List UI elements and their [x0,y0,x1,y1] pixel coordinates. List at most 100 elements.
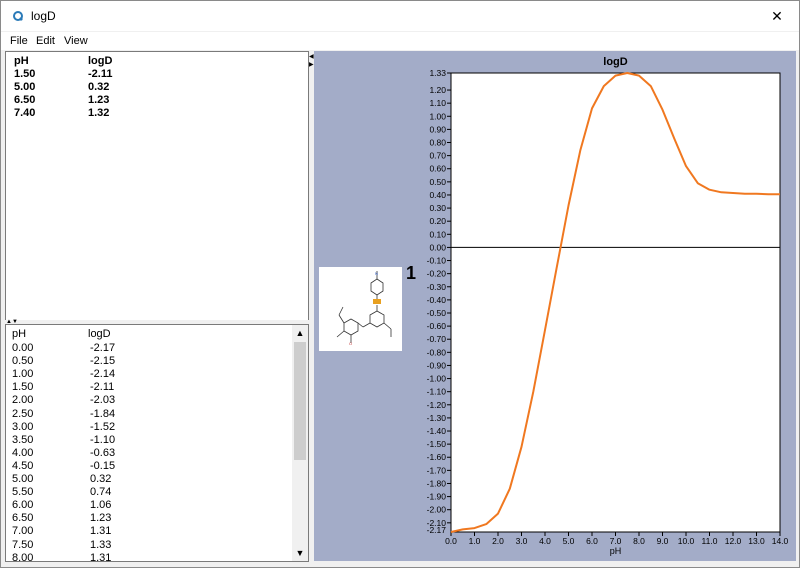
table-row[interactable]: 1.50 -2.11 [6,381,308,394]
full-logd: -1.84 [90,407,116,420]
full-logd: 1.33 [90,538,112,551]
y-tick-label: -1.80 [427,478,447,488]
y-tick-label: -0.10 [427,256,447,266]
menu-file[interactable]: File [10,35,28,47]
scroll-up-icon[interactable]: ▲ [292,325,308,341]
full-ph: 5.00 [12,473,34,485]
table-row[interactable]: 7.50 1.33 [6,539,308,552]
logd-chart: logD 1.20 1.10 1.00 0.90 0.80 0.70 0.60 0.50 0.40… [427,56,789,556]
full-ph: 4.50 [12,459,34,472]
x-axis-label: pH [610,546,622,556]
y-tick-label: -1.00 [427,374,447,384]
full-logd: -2.14 [90,368,116,381]
full-ph: 2.00 [12,394,34,407]
table-row[interactable]: 7.00 1.31 [6,525,308,538]
app-icon [13,11,23,21]
full-ph: 7.00 [12,525,34,538]
summary-ph: 1.50 [14,68,36,80]
y-tick-label: -1.70 [427,465,447,475]
x-tick-label: 10.0 [678,536,695,546]
table-row[interactable]: 4.50 -0.15 [6,460,308,473]
full-logd: 1.31 [90,525,112,538]
table-row[interactable]: 3.00 -1.52 [6,421,308,434]
full-ph: 3.50 [12,433,34,446]
table-row[interactable]: 3.50 -1.10 [6,434,308,447]
table-row[interactable]: 5.00 0.32 [6,473,308,486]
splitter-left-icon[interactable]: ◀ [309,54,314,60]
y-tick-label: -0.40 [427,295,447,305]
y-tick-label: -0.70 [427,334,447,344]
y-tick-label: -1.90 [427,492,447,502]
table-row[interactable]: 2.00 -2.03 [6,394,308,407]
y-tick-label: -0.80 [427,347,447,357]
y-tick-label: -1.40 [427,426,447,436]
x-tick-label: 8.0 [633,536,645,546]
y-tick-label: 0.40 [429,190,446,200]
scroll-down-icon[interactable]: ▼ [292,545,308,561]
table-row[interactable]: 0.50 -2.15 [6,355,308,368]
y-tick-label: -1.20 [427,400,447,410]
y-tick-label: 1.33 [429,68,446,78]
full-logd: 1.06 [90,499,112,512]
table-row[interactable]: 4.00 -0.63 [6,447,308,460]
full-logd: -1.10 [90,433,116,446]
menu-bar: File Edit View [1,32,799,50]
y-tick-label: 0.60 [429,164,446,174]
full-ph: 4.00 [12,446,34,459]
table-row[interactable]: 0.00 -2.17 [6,342,308,355]
summary-ph: 6.50 [14,94,36,106]
y-tick-label: 0.10 [429,229,446,239]
table-row[interactable]: 1.00 -2.14 [6,368,308,381]
scrollbar[interactable]: ▲ ▼ [292,325,308,561]
summary-table: pH logD 1.50 -2.11 5.00 0.32 6.50 1.23 7… [5,51,309,321]
summary-row[interactable]: 5.00 0.32 [6,81,308,94]
y-tick-label: 0.70 [429,151,446,161]
y-tick-label: -2.00 [427,505,447,515]
full-logd: -2.15 [90,355,116,368]
close-icon[interactable]: ✕ [755,1,799,31]
summary-header-ph: pH [14,55,29,67]
menu-edit[interactable]: Edit [36,35,55,47]
summary-logd: -2.11 [88,68,113,80]
table-row[interactable]: 8.00 1.31 [6,551,308,562]
x-tick-label: 5.0 [563,536,575,546]
summary-header-logd: logD [88,55,113,67]
summary-logd: 1.23 [88,94,110,106]
x-tick-label: 0.0 [445,536,457,546]
menu-view[interactable]: View [64,35,88,47]
y-tick-label: 1.20 [429,85,446,95]
y-tick-label: 1.00 [429,111,446,121]
y-tick-label: -0.50 [427,308,447,318]
x-tick-label: 13.0 [748,536,765,546]
full-logd: 1.31 [90,551,112,562]
full-logd: -2.03 [90,394,116,407]
full-ph: 0.50 [12,355,34,368]
table-row[interactable]: 6.00 1.06 [6,499,308,512]
y-tick-label: 0.30 [429,203,446,213]
table-row[interactable]: 2.50 -1.84 [6,408,308,421]
window-title: logD [31,9,56,23]
summary-row[interactable]: 7.40 1.32 [6,107,308,120]
full-ph: 7.50 [12,538,34,551]
y-tick-label: 1.10 [429,98,446,108]
x-tick-label: 4.0 [539,536,551,546]
full-table: pH logD 0.00 -2.17 0.50 -2.15 1.00 -2.14 1.50 -… [5,324,309,562]
x-tick-label: 6.0 [586,536,598,546]
summary-logd: 0.32 [88,81,110,93]
y-tick-label: -1.50 [427,439,447,449]
logd-window: logD ✕ File Edit View pH logD 1.50 -2.11… [0,0,800,568]
scroll-thumb[interactable] [294,342,306,460]
full-logd: 0.32 [90,473,112,485]
table-row[interactable]: 5.50 0.74 [6,486,308,499]
summary-row[interactable]: 6.50 1.23 [6,94,308,107]
full-ph: 5.50 [12,486,34,499]
y-tick-label: -2.17 [427,525,447,535]
table-row[interactable]: 6.50 1.23 [6,512,308,525]
splitter-right-icon[interactable]: ▶ [309,62,314,68]
summary-row[interactable]: 1.50 -2.11 [6,68,308,81]
full-ph: 8.00 [12,551,34,562]
y-tick-label: -0.90 [427,360,447,370]
plot-frame [450,72,781,533]
summary-ph: 7.40 [14,107,36,119]
y-tick-label: 0.50 [429,177,446,187]
